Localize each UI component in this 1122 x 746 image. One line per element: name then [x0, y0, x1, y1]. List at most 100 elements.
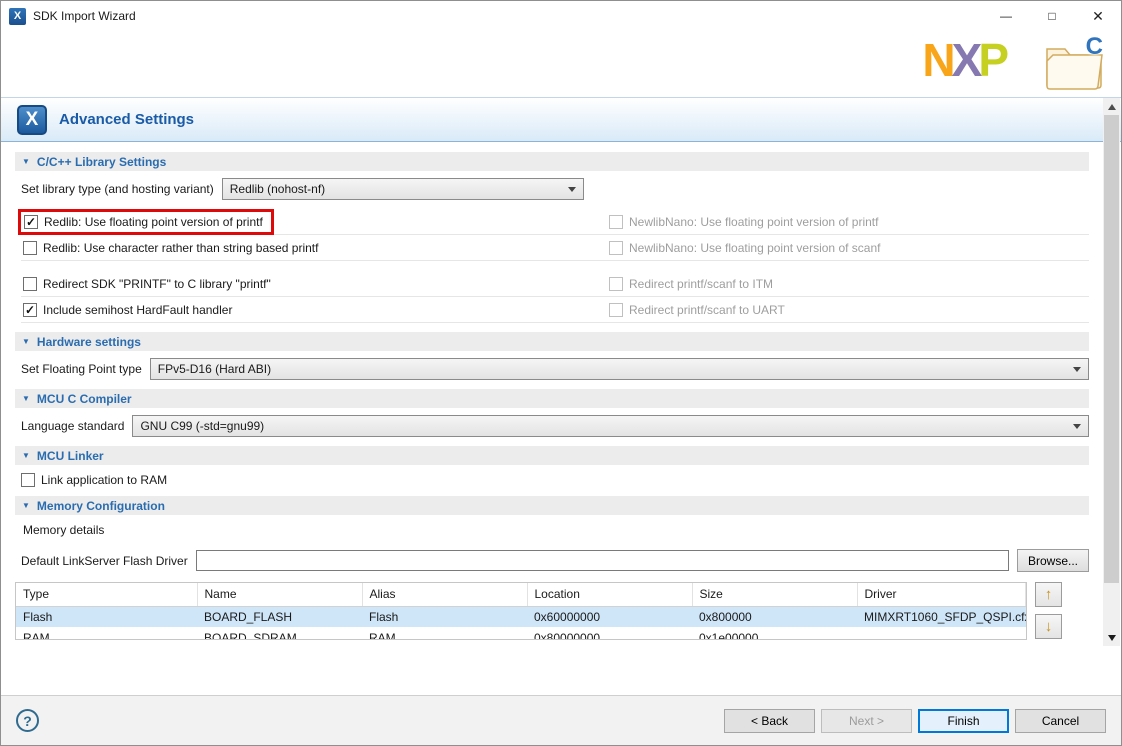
- sdk-import-wizard-window: X SDK Import Wizard — □ ✕ NXP C X Advanc…: [0, 0, 1122, 746]
- checkbox-label: NewlibNano: Use floating point version o…: [629, 241, 880, 255]
- section-library-settings[interactable]: ▼ C/C++ Library Settings: [15, 152, 1089, 171]
- checkbox-label: Redirect printf/scanf to ITM: [629, 277, 773, 291]
- scroll-up-icon: [1108, 104, 1116, 110]
- nxp-logo-p: P: [978, 34, 1005, 86]
- close-button[interactable]: ✕: [1075, 1, 1121, 31]
- cancel-button[interactable]: Cancel: [1015, 709, 1106, 733]
- move-down-button[interactable]: ↓: [1035, 614, 1062, 639]
- checkbox-label: Link application to RAM: [41, 473, 167, 487]
- chevron-down-icon: [568, 187, 576, 192]
- checkbox-box: ✓: [24, 215, 38, 229]
- table-row-ram[interactable]: RAM BOARD_SDRAM RAM 0x80000000 0x1e00000: [16, 627, 1026, 640]
- cell-driver: [857, 627, 1026, 640]
- checkbox-redirect-uart: Redirect printf/scanf to UART: [607, 297, 1089, 323]
- checkbox-link-to-ram[interactable]: Link application to RAM: [21, 473, 1089, 487]
- chevron-down-icon: [1073, 424, 1081, 429]
- cell-alias: Flash: [362, 606, 527, 627]
- titlebar: X SDK Import Wizard — □ ✕: [1, 1, 1121, 31]
- section-title: C/C++ Library Settings: [37, 155, 166, 169]
- checkbox-box: ✓: [23, 303, 37, 317]
- checkbox-label: Redirect SDK "PRINTF" to C library "prin…: [43, 277, 271, 291]
- page-title: Advanced Settings: [59, 111, 194, 128]
- floating-point-label: Set Floating Point type: [21, 362, 142, 376]
- scrollbar-thumb[interactable]: [1104, 115, 1119, 583]
- c-badge: C: [1086, 33, 1103, 61]
- floating-point-value: FPv5-D16 (Hard ABI): [158, 362, 271, 376]
- language-standard-label: Language standard: [21, 419, 124, 433]
- nxp-logo: NXP: [922, 37, 1005, 83]
- scroll-down-icon: [1108, 635, 1116, 641]
- cell-location: 0x80000000: [527, 627, 692, 640]
- section-memory-configuration[interactable]: ▼ Memory Configuration: [15, 496, 1089, 515]
- banner: NXP C: [1, 31, 1121, 97]
- mcuxpresso-icon: X: [17, 105, 47, 135]
- cell-name: BOARD_SDRAM: [197, 627, 362, 640]
- checkbox-newlibnano-float-scanf: NewlibNano: Use floating point version o…: [607, 235, 1089, 261]
- checkbox-include-semihost[interactable]: ✓ Include semihost HardFault handler: [21, 297, 607, 323]
- minimize-button[interactable]: —: [983, 1, 1029, 31]
- checkbox-box: [609, 277, 623, 291]
- next-button: Next >: [821, 709, 912, 733]
- library-type-value: Redlib (nohost-nf): [230, 182, 325, 196]
- language-standard-select[interactable]: GNU C99 (-std=gnu99): [132, 415, 1089, 437]
- col-header-location: Location: [527, 583, 692, 606]
- checkbox-label: Redirect printf/scanf to UART: [629, 303, 785, 317]
- library-type-label: Set library type (and hosting variant): [21, 182, 214, 196]
- maximize-button[interactable]: □: [1029, 1, 1075, 31]
- footer-bar: ? < Back Next > Finish Cancel: [1, 695, 1121, 745]
- memory-table: Type Name Alias Location Size Driver Fla…: [15, 582, 1027, 640]
- language-standard-value: GNU C99 (-std=gnu99): [140, 419, 264, 433]
- move-up-icon: ↑: [1045, 586, 1053, 603]
- checkbox-label: Redlib: Use character rather than string…: [43, 241, 318, 255]
- checkbox-box: [609, 303, 623, 317]
- vertical-scrollbar[interactable]: [1103, 98, 1120, 646]
- cell-type: RAM: [16, 627, 197, 640]
- nxp-logo-n: N: [922, 34, 951, 86]
- checkbox-redirect-sdk-printf[interactable]: Redirect SDK "PRINTF" to C library "prin…: [21, 271, 607, 297]
- floating-point-select[interactable]: FPv5-D16 (Hard ABI): [150, 358, 1089, 380]
- section-title: MCU Linker: [37, 449, 104, 463]
- checkbox-redlib-float-printf[interactable]: ✓ Redlib: Use floating point version of …: [21, 209, 607, 235]
- memory-details-label: Memory details: [23, 523, 1089, 537]
- memory-table-header: Type Name Alias Location Size Driver: [16, 583, 1026, 606]
- help-button[interactable]: ?: [16, 709, 39, 732]
- wizard-header: X Advanced Settings: [1, 97, 1121, 142]
- flash-driver-input[interactable]: [196, 550, 1009, 571]
- cell-driver: MIMXRT1060_SFDP_QSPI.cfx: [857, 606, 1026, 627]
- section-title: Hardware settings: [37, 335, 141, 349]
- finish-button[interactable]: Finish: [918, 709, 1009, 733]
- collapse-caret-icon: ▼: [22, 158, 30, 166]
- cell-alias: RAM: [362, 627, 527, 640]
- c-project-folder-icon: C: [1043, 37, 1105, 91]
- cell-size: 0x1e00000: [692, 627, 857, 640]
- cell-name: BOARD_FLASH: [197, 606, 362, 627]
- section-hardware-settings[interactable]: ▼ Hardware settings: [15, 332, 1089, 351]
- browse-button[interactable]: Browse...: [1017, 549, 1089, 572]
- collapse-caret-icon: ▼: [22, 452, 30, 460]
- scroll-up-button[interactable]: [1103, 98, 1120, 115]
- cell-size: 0x800000: [692, 606, 857, 627]
- collapse-caret-icon: ▼: [22, 338, 30, 346]
- library-type-select[interactable]: Redlib (nohost-nf): [222, 178, 584, 200]
- flash-driver-label: Default LinkServer Flash Driver: [21, 554, 188, 568]
- col-header-driver: Driver: [857, 583, 1026, 606]
- col-header-alias: Alias: [362, 583, 527, 606]
- checkbox-redirect-itm: Redirect printf/scanf to ITM: [607, 271, 1089, 297]
- col-header-type: Type: [16, 583, 197, 606]
- collapse-caret-icon: ▼: [22, 502, 30, 510]
- collapse-caret-icon: ▼: [22, 395, 30, 403]
- cell-type: Flash: [16, 606, 197, 627]
- col-header-size: Size: [692, 583, 857, 606]
- checkbox-redlib-char-printf[interactable]: Redlib: Use character rather than string…: [21, 235, 607, 261]
- back-button[interactable]: < Back: [724, 709, 815, 733]
- scroll-down-button[interactable]: [1103, 629, 1120, 646]
- section-title: MCU C Compiler: [37, 392, 132, 406]
- move-up-button[interactable]: ↑: [1035, 582, 1062, 607]
- section-mcu-c-compiler[interactable]: ▼ MCU C Compiler: [15, 389, 1089, 408]
- table-row-flash[interactable]: Flash BOARD_FLASH Flash 0x60000000 0x800…: [16, 606, 1026, 627]
- col-header-name: Name: [197, 583, 362, 606]
- section-mcu-linker[interactable]: ▼ MCU Linker: [15, 446, 1089, 465]
- window-title: SDK Import Wizard: [33, 9, 983, 23]
- settings-content: ▼ C/C++ Library Settings Set library typ…: [1, 142, 1121, 697]
- app-icon: X: [9, 8, 26, 25]
